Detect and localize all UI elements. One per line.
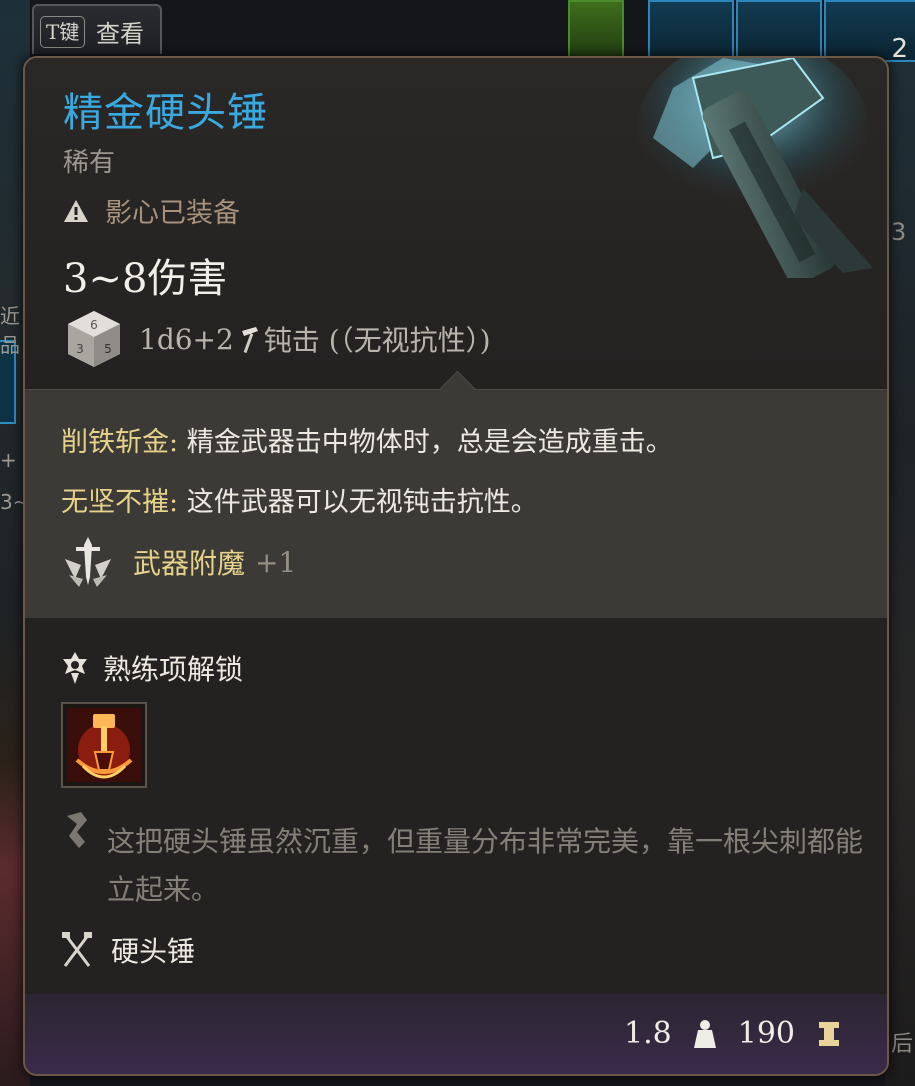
dice-formula: 1d6+2 xyxy=(139,322,234,356)
view-button-label: 查看 xyxy=(96,20,144,48)
item-tooltip: 精金硬头锤 稀有 影心已装备 3~8伤害 6 3 5 1d6+2 钝击 (（无视… xyxy=(23,56,889,1076)
damage-type: 钝击 (（无视抗性）) xyxy=(263,324,491,357)
proficiency-header: 熟练项解锁 xyxy=(61,648,243,688)
tooltip-footer: 1.8 190 xyxy=(25,994,887,1074)
background-text-fragment: 后 xyxy=(891,1032,914,1057)
enchantment-label: 武器附魔 xyxy=(133,547,246,580)
proficiency-badge-icon xyxy=(63,652,87,684)
weapon-type: 硬头锤 xyxy=(111,935,196,968)
heavy-strike-action-icon xyxy=(67,708,141,782)
property-description: 这件武器可以无视钝击抗性。 xyxy=(178,487,538,518)
enchantment-value: +1 xyxy=(255,545,297,579)
hammer-icon xyxy=(241,327,258,353)
crossed-weapons-icon xyxy=(62,932,92,967)
sword-emblem-icon xyxy=(65,537,111,587)
background-right-panel: 3 后 xyxy=(885,0,915,1086)
item-name: 精金硬头锤 xyxy=(63,90,268,136)
proficiency-action-tile[interactable] xyxy=(61,702,147,788)
item-property: 削铁斩金: 精金武器击中物体时，总是会造成重击。 xyxy=(61,420,673,459)
svg-text:3: 3 xyxy=(76,342,84,356)
item-rarity: 稀有 xyxy=(63,148,116,178)
background-text-fragment: 3 xyxy=(891,218,907,246)
gold-coin-icon xyxy=(819,1021,839,1046)
property-description: 精金武器击中物体时，总是会造成重击。 xyxy=(178,427,673,458)
quill-icon xyxy=(67,812,87,848)
item-property: 无坚不摧: 这件武器可以无视钝击抗性。 xyxy=(61,480,538,519)
hotbar-slot[interactable] xyxy=(568,0,624,62)
mace-item-art xyxy=(638,58,873,278)
background-text-fragment: + xyxy=(0,448,17,472)
flavor-text: 这把硬头锤虽然沉重，但重量分布非常完美，靠一根尖刺都能立起来。 xyxy=(107,825,864,906)
enchantment-row: 武器附魔 +1 xyxy=(61,535,296,589)
d6-dice-icon: 6 3 5 xyxy=(68,311,120,367)
damage-dice-row: 6 3 5 1d6+2 钝击 (（无视抗性）) xyxy=(63,308,491,370)
item-weight: 1.8 xyxy=(624,1016,672,1051)
equipped-by-text: 影心已装备 xyxy=(105,198,240,229)
warning-triangle-icon xyxy=(64,199,88,222)
weight-icon xyxy=(693,1019,716,1048)
equipped-status: 影心已装备 xyxy=(63,191,240,230)
svg-text:5: 5 xyxy=(104,342,112,356)
stack-count: 2 xyxy=(891,34,908,64)
background-hotbar: 2 xyxy=(560,0,915,64)
hotbar-slot[interactable] xyxy=(736,0,822,62)
property-name: 无坚不摧: xyxy=(61,487,179,518)
item-stats: 1.8 190 xyxy=(624,1016,841,1051)
keybind-hint: T键 xyxy=(40,16,86,48)
weapon-type-row: 硬头锤 xyxy=(61,930,195,970)
hotbar-slot[interactable]: 2 xyxy=(824,0,915,64)
svg-text:6: 6 xyxy=(90,318,98,332)
proficiency-label: 熟练项解锁 xyxy=(103,653,244,686)
item-value: 190 xyxy=(737,1016,795,1051)
property-name: 削铁斩金: xyxy=(61,427,179,458)
damage-range: 3~8伤害 xyxy=(63,256,228,302)
view-button[interactable]: T键 查看 xyxy=(32,4,162,54)
hotbar-slot[interactable] xyxy=(648,0,734,62)
